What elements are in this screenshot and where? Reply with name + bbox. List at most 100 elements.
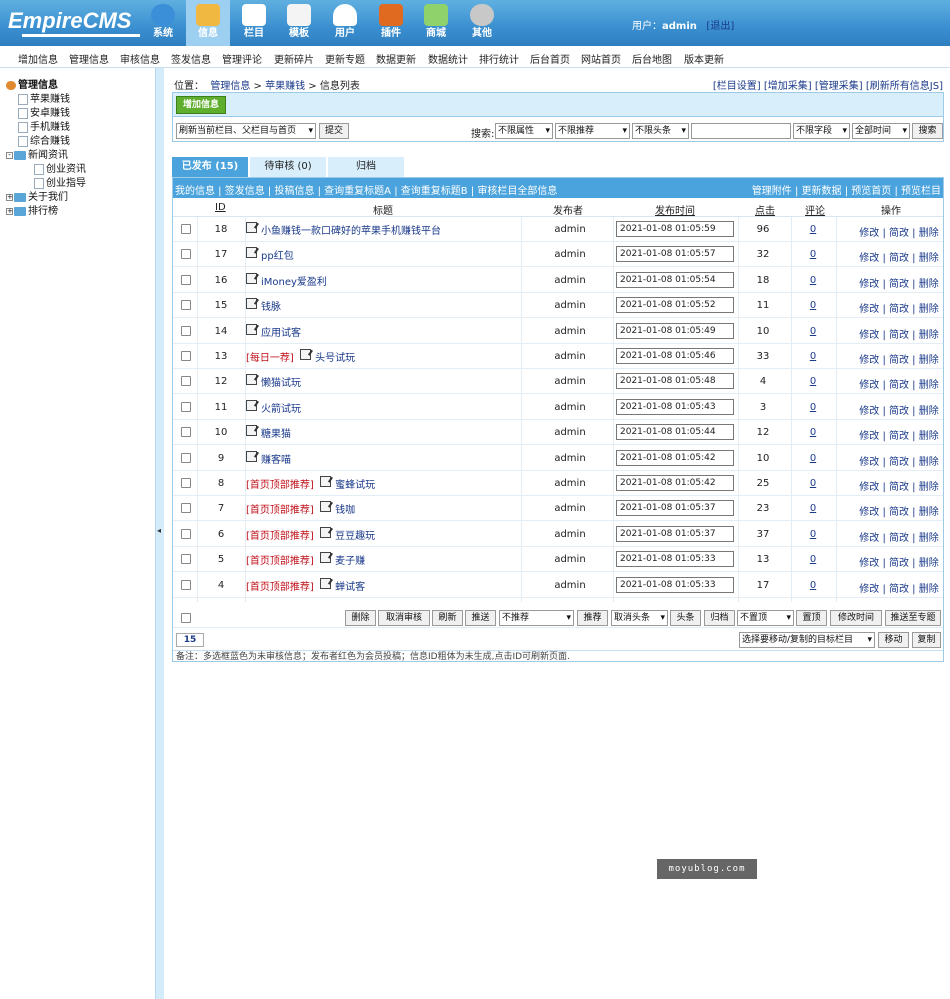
move-button[interactable]: 移动 (878, 632, 909, 648)
headline-button[interactable]: 头条 (670, 610, 701, 626)
row-ops-links[interactable]: 修改 | 简改 | 删除 (849, 427, 949, 442)
row-comments[interactable]: 0 (793, 351, 833, 362)
row-time-input[interactable]: 2021-01-08 01:05:44 (616, 424, 734, 441)
collapse-arrow-icon[interactable]: ◂ (157, 526, 161, 535)
edit-note-icon[interactable] (246, 323, 257, 335)
recommend-select[interactable]: 不限推荐 (555, 123, 630, 139)
edit-note-icon[interactable] (246, 450, 257, 462)
tree-item-phone[interactable]: 手机赚钱 (18, 118, 70, 133)
edit-note-icon[interactable] (246, 399, 257, 411)
tree-item-apple[interactable]: 苹果赚钱 (18, 90, 70, 105)
subnav-item[interactable]: 网站首页 (581, 51, 621, 66)
row-time-input[interactable]: 2021-01-08 01:05:33 (616, 551, 734, 568)
subnav-item[interactable]: 审核信息 (120, 51, 160, 66)
mainnav-store[interactable]: 商城 (414, 0, 458, 46)
tree-item-android[interactable]: 安卓赚钱 (18, 104, 70, 119)
search-button[interactable]: 搜索 (912, 123, 943, 139)
tab-pending[interactable]: 待审核 (0) (250, 157, 326, 177)
row-time-input[interactable]: 2021-01-08 01:05:59 (616, 221, 734, 237)
row-ops-links[interactable]: 修改 | 简改 | 删除 (849, 326, 949, 341)
row-time-input[interactable]: 2021-01-08 01:05:46 (616, 348, 734, 364)
push-topic-button[interactable]: 推送至专题 (885, 610, 941, 626)
row-title-link[interactable]: 钱咖 (335, 505, 355, 516)
target-column-select[interactable]: 选择要移动/复制的目标栏目 (739, 632, 875, 648)
col-id[interactable]: ID (215, 202, 226, 213)
refresh-js-link[interactable]: [刷新所有信息JS] (866, 81, 943, 92)
modify-time-button[interactable]: 修改时间 (830, 610, 882, 626)
row-comments[interactable]: 0 (793, 224, 833, 235)
tree-group-news[interactable]: - 新闻资讯 (6, 146, 68, 161)
archive-button[interactable]: 归档 (704, 610, 735, 626)
row-title-link[interactable]: 蜜蜂试玩 (335, 480, 375, 491)
subnav-item[interactable]: 更新专题 (325, 51, 365, 66)
submit-button[interactable]: 提交 (319, 123, 349, 139)
row-title-link[interactable]: iMoney爱盈利 (261, 277, 327, 288)
row-ops-links[interactable]: 修改 | 简改 | 删除 (849, 453, 949, 468)
subnav-item[interactable]: 版本更新 (684, 51, 724, 66)
row-comments[interactable]: 0 (793, 275, 833, 286)
tab-archive[interactable]: 归档 (328, 157, 404, 177)
row-title-link[interactable]: 懒猫试玩 (261, 378, 301, 389)
row-title-link[interactable]: pp红包 (261, 251, 294, 262)
copy-button[interactable]: 复制 (912, 632, 941, 648)
row-comments[interactable]: 0 (793, 580, 833, 591)
collapse-icon[interactable]: - (6, 151, 13, 159)
edit-note-icon[interactable] (300, 349, 312, 360)
head-level-select[interactable]: 取消头条 (611, 610, 668, 626)
row-ops-links[interactable]: 修改 | 简改 | 删除 (849, 275, 949, 290)
row-title-link[interactable]: 豆豆趣玩 (335, 531, 375, 542)
edit-note-icon[interactable] (246, 247, 257, 259)
list-links-left[interactable]: 我的信息 | 签发信息 | 投稿信息 | 查询重复标题A | 查询重复标题B |… (175, 182, 557, 197)
row-title-link[interactable]: 应用试客 (261, 328, 301, 339)
time-select[interactable]: 全部时间 (852, 123, 910, 139)
row-time-input[interactable]: 2021-01-08 01:05:37 (616, 525, 734, 542)
row-ops-links[interactable]: 修改 | 简改 | 删除 (849, 503, 949, 518)
cancel-audit-button[interactable]: 取消审核 (378, 610, 430, 626)
row-comments[interactable]: 0 (793, 249, 833, 260)
row-time-input[interactable]: 2021-01-08 01:05:42 (616, 475, 734, 491)
delete-button[interactable]: 删除 (345, 610, 376, 626)
mainnav-folder[interactable]: 栏目 (232, 0, 276, 46)
column-settings-link[interactable]: [栏目设置] (713, 81, 761, 92)
row-comments[interactable]: 0 (793, 554, 833, 565)
row-time-input[interactable]: 2021-01-08 01:05:33 (616, 576, 734, 593)
row-title-link[interactable]: 赚客喵 (261, 455, 291, 466)
col-time[interactable]: 发布时间 (655, 202, 695, 217)
subnav-item[interactable]: 后台首页 (530, 51, 570, 66)
edit-note-icon[interactable] (320, 552, 332, 564)
row-comments[interactable]: 0 (793, 503, 833, 514)
row-comments[interactable]: 0 (793, 326, 833, 337)
subnav-item[interactable]: 更新碎片 (274, 51, 314, 66)
edit-note-icon[interactable] (320, 577, 332, 589)
tree-item-startup-guide[interactable]: 创业指导 (34, 174, 86, 189)
row-time-input[interactable]: 2021-01-08 01:05:43 (616, 398, 734, 415)
row-title-link[interactable]: 小鱼赚钱一款口碑好的苹果手机赚钱平台 (261, 226, 441, 237)
subnav-item[interactable]: 管理评论 (222, 51, 262, 66)
edit-note-icon[interactable] (246, 298, 257, 310)
tree-root[interactable]: 管理信息 (6, 76, 58, 91)
expand-icon[interactable]: + (6, 207, 13, 215)
headline-select[interactable]: 不限头条 (632, 123, 689, 139)
row-time-input[interactable]: 2021-01-08 01:05:42 (616, 449, 734, 466)
set-top-button[interactable]: 置顶 (796, 610, 827, 626)
breadcrumb-manage[interactable]: 管理信息 (210, 81, 250, 92)
tree-item-about[interactable]: + 关于我们 (6, 188, 68, 203)
edit-note-icon[interactable] (320, 526, 332, 538)
row-time-input[interactable]: 2021-01-08 01:05:54 (616, 271, 734, 288)
subnav-item[interactable]: 增加信息 (18, 51, 58, 66)
top-level-select[interactable]: 不置顶 (737, 610, 794, 626)
subnav-item[interactable]: 数据统计 (428, 51, 468, 66)
row-title-link[interactable]: 钱脉 (261, 302, 281, 313)
edit-note-icon[interactable] (246, 374, 257, 386)
logout-link[interactable]: [退出] (706, 21, 734, 32)
row-title-link[interactable]: 糖果猫 (261, 429, 291, 440)
row-ops-links[interactable]: 修改 | 简改 | 删除 (849, 554, 949, 569)
row-comments[interactable]: 0 (793, 453, 833, 464)
mainnav-user[interactable]: 用户 (323, 0, 367, 46)
tab-published[interactable]: 已发布 (15) (172, 157, 248, 177)
edit-note-icon[interactable] (246, 272, 257, 284)
field-select[interactable]: 不限字段 (793, 123, 850, 139)
add-info-button[interactable]: 增加信息 (176, 96, 226, 114)
breadcrumb-category[interactable]: 苹果赚钱 (265, 81, 305, 92)
row-time-input[interactable]: 2021-01-08 01:05:57 (616, 246, 734, 263)
